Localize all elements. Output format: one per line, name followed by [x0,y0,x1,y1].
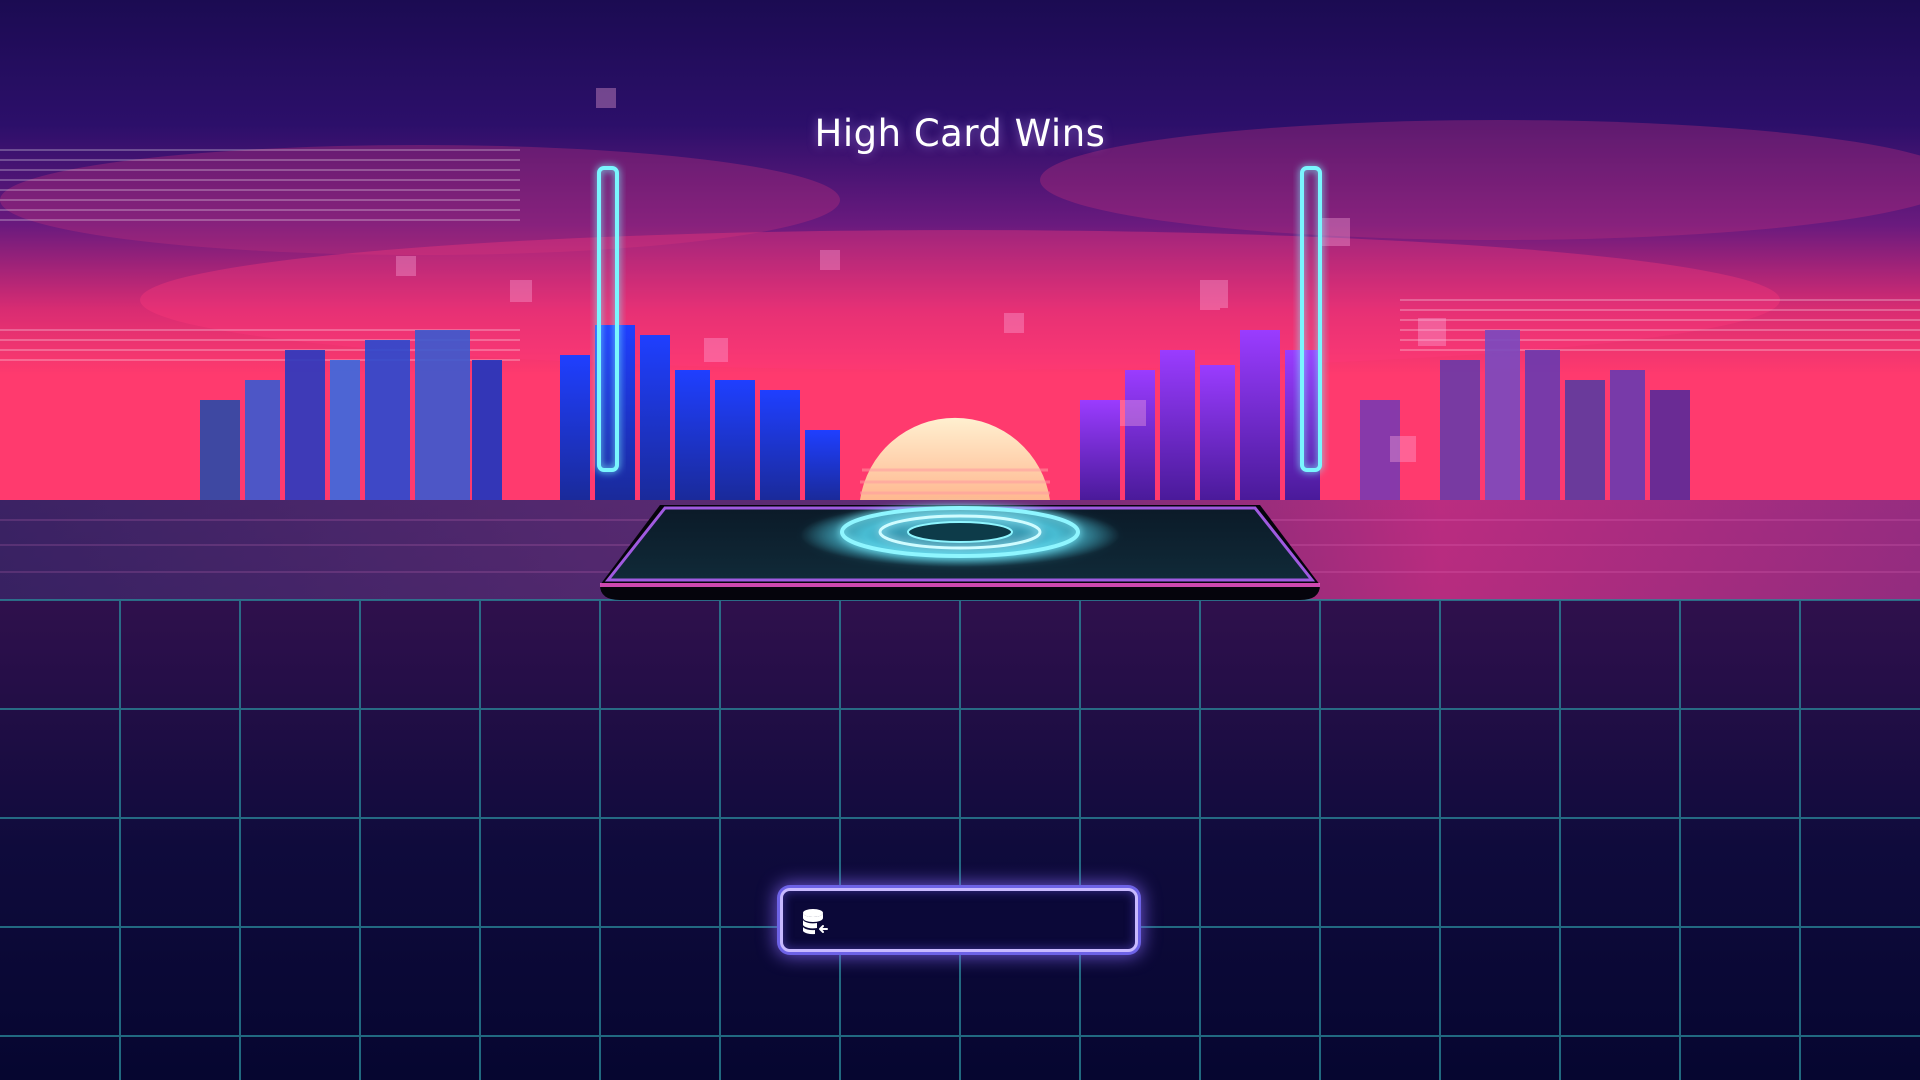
game-stage: High Card Wins [0,0,1920,1080]
portal-graphic [800,503,1120,567]
bet-amount-input[interactable] [780,888,1138,952]
coin-stack-icon [803,909,828,935]
card-table [600,503,1320,600]
game-title: High Card Wins [814,112,1106,155]
